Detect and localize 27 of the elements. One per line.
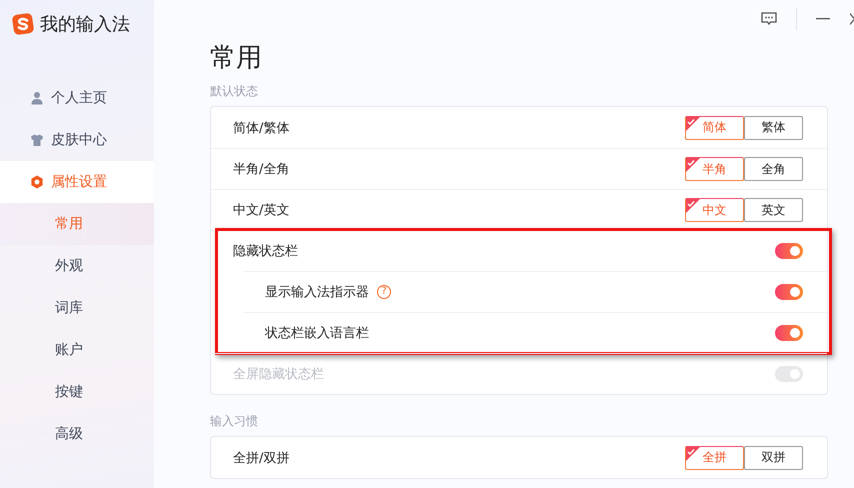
setting-label: 隐藏状态栏 [233,243,298,260]
app-title: 我的输入法 [40,13,130,36]
setting-label: 全拼/双拼 [233,450,290,466]
sidebar-subitem[interactable]: 外观 [0,245,154,287]
sidebar-subitem[interactable]: 高级 [0,413,154,455]
sidebar-item[interactable]: 皮肤中心 [0,119,154,161]
setting-label: 中文/英文 [233,202,290,219]
setting-label: 简体/繁体 [233,120,290,136]
segment-option[interactable]: 全角 [744,157,803,181]
segment-option[interactable]: 中文 [685,198,744,222]
section-label: 输入习惯 [210,413,259,430]
segment-option[interactable]: 简体 [685,116,744,140]
setting-label: 状态栏嵌入语言栏 [265,325,369,342]
setting-label: 半角/全角 [233,161,290,178]
segment-option[interactable]: 英文 [744,198,803,222]
segment-option[interactable]: 繁体 [744,116,803,140]
sidebar-subitem[interactable]: 词库 [0,287,154,329]
sidebar-subitem[interactable]: 按键 [0,371,154,413]
segment-option[interactable]: 半角 [685,157,744,181]
setting-label: 显示输入法指示器 [265,284,369,301]
sidebar-item[interactable]: 个人主页 [0,77,154,119]
setting-label: 全屏隐藏状态栏 [233,366,324,383]
section-label: 默认状态 [210,83,259,100]
page-title: 常用 [210,42,263,75]
sidebar-subitem[interactable]: 账户 [0,329,154,371]
segment-option[interactable]: 双拼 [744,446,803,470]
segment-option[interactable]: 全拼 [685,446,744,470]
